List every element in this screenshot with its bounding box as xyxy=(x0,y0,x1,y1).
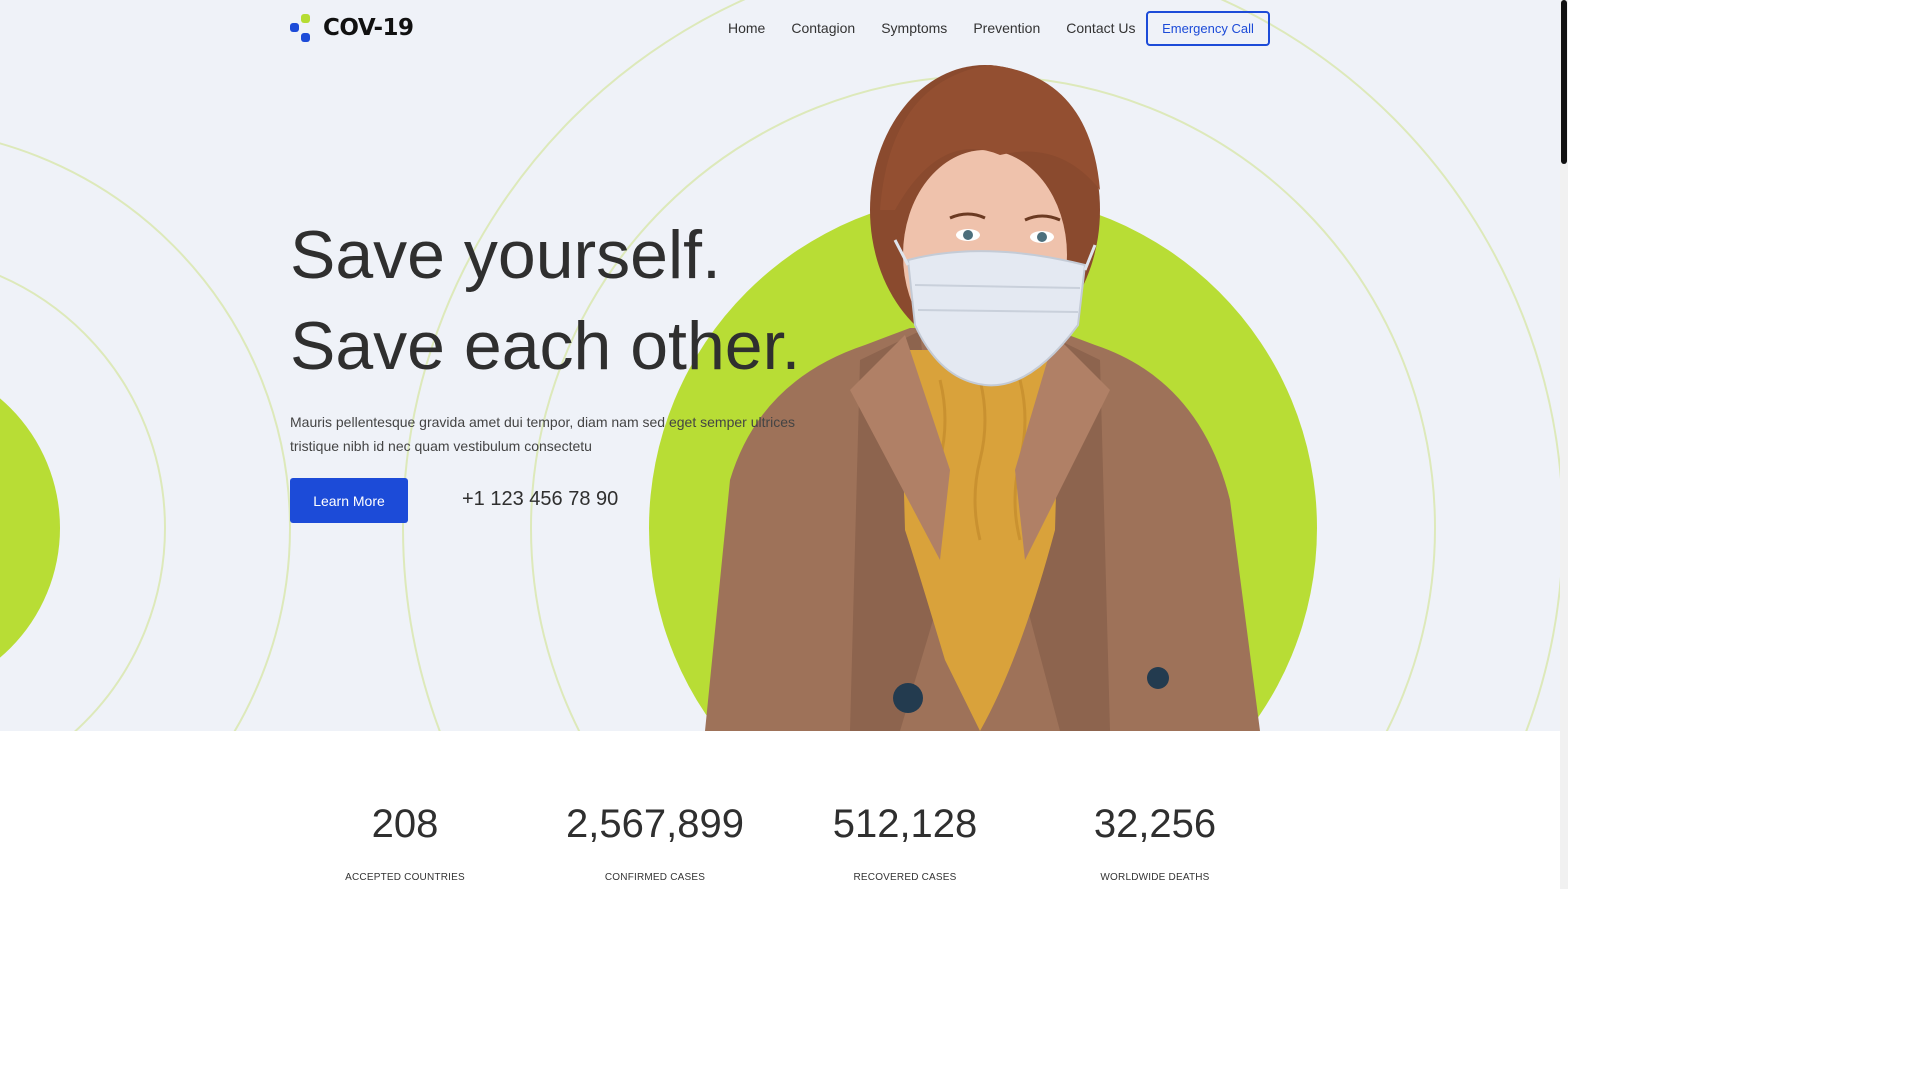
headline-line-2: Save each other. xyxy=(290,308,801,384)
hero-image xyxy=(705,65,1260,731)
headline-line-1: Save yourself. xyxy=(290,217,721,293)
nav-item-contact-us[interactable]: Contact Us xyxy=(1066,20,1135,36)
nav-item-prevention[interactable]: Prevention xyxy=(973,20,1040,36)
nav-item-contagion[interactable]: Contagion xyxy=(791,20,855,36)
phone-number[interactable]: +1 123 456 78 90 xyxy=(462,488,618,511)
stat-worldwide-deaths: 32,256 WORLDWIDE DEATHS xyxy=(1030,800,1280,883)
learn-more-button[interactable]: Learn More xyxy=(290,478,408,523)
brand-logo[interactable]: COV-19 xyxy=(290,12,414,44)
stat-accepted-countries: 208 ACCEPTED COUNTRIES xyxy=(280,800,530,883)
stat-value: 512,128 xyxy=(832,802,978,846)
brand-name: COV-19 xyxy=(323,15,414,41)
stat-value: 208 xyxy=(371,802,439,846)
stat-recovered-cases: 512,128 RECOVERED CASES xyxy=(780,800,1030,883)
nav-item-home[interactable]: Home xyxy=(728,20,765,36)
stat-label: WORLDWIDE DEATHS xyxy=(1100,872,1210,883)
emergency-call-button[interactable]: Emergency Call xyxy=(1146,11,1270,46)
top-navigation: COV-19 Home Contagion Symptoms Preventio… xyxy=(290,0,1270,56)
scrollbar-thumb[interactable] xyxy=(1561,0,1567,164)
stats-row: 208 ACCEPTED COUNTRIES 2,567,899 CONFIRM… xyxy=(280,800,1280,883)
logo-mark-icon xyxy=(290,12,312,44)
left-green-circle xyxy=(0,398,60,658)
stat-confirmed-cases: 2,567,899 CONFIRMED CASES xyxy=(530,800,780,883)
nav-item-symptoms[interactable]: Symptoms xyxy=(881,20,947,36)
stat-label: RECOVERED CASES xyxy=(853,872,957,883)
nav-menu: Home Contagion Symptoms Prevention Conta… xyxy=(728,20,1136,36)
stat-value: 2,567,899 xyxy=(566,802,744,846)
hero-lead-text: Mauris pellentesque gravida amet dui tem… xyxy=(290,414,796,454)
hero-headline: Save yourself. Save each other. xyxy=(290,210,800,392)
stat-label: ACCEPTED COUNTRIES xyxy=(345,872,465,883)
page-scrollbar[interactable] xyxy=(1560,0,1568,889)
stat-label: CONFIRMED CASES xyxy=(604,872,706,883)
stat-value: 32,256 xyxy=(1093,802,1217,846)
